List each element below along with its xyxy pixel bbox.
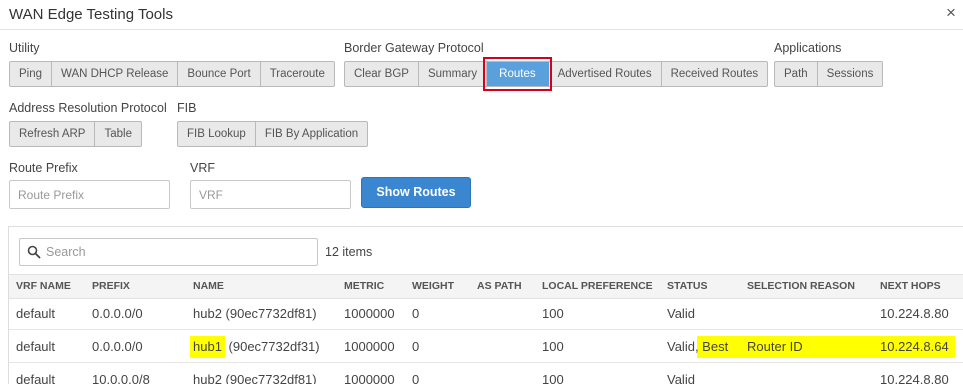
arp-table-button[interactable]: Table: [95, 122, 141, 146]
summary-button[interactable]: Summary: [419, 62, 488, 86]
cell-name-host: hub1: [190, 336, 225, 358]
title-bar: WAN Edge Testing Tools ×: [0, 0, 963, 30]
cell-status: Valid: [667, 306, 695, 321]
bgp-button-group: Clear BGP Summary Routes Advertised Rout…: [344, 57, 769, 91]
column-header-weight[interactable]: WEIGHT: [412, 280, 454, 292]
column-header-next-hops[interactable]: NEXT HOPS: [880, 280, 941, 292]
cell-prefix: 10.0.0.0/8: [92, 372, 150, 384]
cell-metric: 1000000: [344, 372, 395, 384]
cell-weight: 0: [412, 372, 420, 384]
window-title: WAN Edge Testing Tools: [9, 6, 173, 23]
cell-selection-reason: Router ID: [747, 339, 803, 354]
cell-local-preference: 100: [542, 339, 564, 354]
cell-name: hub2 (90ec7732df81): [193, 372, 317, 384]
fib-lookup-button[interactable]: FIB Lookup: [178, 122, 256, 146]
bgp-label: Border Gateway Protocol: [344, 41, 484, 55]
cell-metric: 1000000: [344, 306, 395, 321]
cell-name-host: hub2: [193, 306, 222, 321]
column-header-as-path[interactable]: AS PATH: [477, 280, 522, 292]
cell-name-id: (90ec7732df81): [221, 372, 317, 384]
applications-button-group: Path Sessions: [774, 61, 884, 87]
cell-next-hops: 10.224.8.80: [880, 372, 949, 384]
refresh-arp-button[interactable]: Refresh ARP: [10, 122, 96, 146]
sessions-button[interactable]: Sessions: [818, 62, 883, 86]
arp-button-group: Refresh ARP Table: [9, 121, 142, 147]
route-prefix-input[interactable]: [9, 180, 170, 209]
close-icon[interactable]: ×: [946, 4, 956, 21]
wan-dhcp-release-button[interactable]: WAN DHCP Release: [52, 62, 179, 86]
advertised-routes-button[interactable]: Advertised Routes: [549, 62, 662, 86]
ping-button[interactable]: Ping: [10, 62, 53, 86]
column-header-prefix[interactable]: PREFIX: [92, 280, 130, 292]
column-header-selection-reason[interactable]: SELECTION REASON: [747, 280, 855, 292]
cell-status-valid: Valid: [667, 339, 695, 354]
bounce-port-button[interactable]: Bounce Port: [178, 62, 261, 86]
utility-button-group: Ping WAN DHCP Release Bounce Port Tracer…: [9, 61, 335, 87]
arp-label: Address Resolution Protocol: [9, 101, 167, 115]
column-header-metric[interactable]: METRIC: [344, 280, 384, 292]
cell-vrf: default: [16, 372, 56, 384]
column-header-vrf-name[interactable]: VRF NAME: [16, 280, 71, 292]
cell-weight: 0: [412, 306, 420, 321]
cell-local-preference: 100: [542, 372, 564, 384]
fib-button-group: FIB Lookup FIB By Application: [177, 121, 369, 147]
cell-weight: 0: [412, 339, 420, 354]
received-routes-button[interactable]: Received Routes: [662, 62, 768, 86]
cell-status: Valid, Best: [667, 339, 728, 354]
cell-status-best: , Best: [694, 339, 729, 354]
cell-local-preference: 100: [542, 306, 564, 321]
cell-vrf: default: [16, 339, 56, 354]
fib-label: FIB: [177, 101, 197, 115]
item-count: 12 items: [325, 245, 373, 259]
cell-name-id: (90ec7732df31): [224, 339, 320, 354]
vrf-input[interactable]: [190, 180, 351, 209]
utility-label: Utility: [9, 41, 40, 55]
row-divider: [9, 329, 963, 330]
cell-name: hub2 (90ec7732df81): [193, 306, 317, 321]
cell-vrf: default: [16, 306, 56, 321]
row-divider: [9, 362, 963, 363]
route-prefix-label: Route Prefix: [9, 161, 78, 175]
cell-metric: 1000000: [344, 339, 395, 354]
column-header-local-preference[interactable]: LOCAL PREFERENCE: [542, 280, 653, 292]
show-routes-button[interactable]: Show Routes: [361, 177, 471, 208]
column-header-name[interactable]: NAME: [193, 280, 224, 292]
column-header-status[interactable]: STATUS: [667, 280, 707, 292]
search-input[interactable]: [46, 239, 314, 265]
clear-bgp-button[interactable]: Clear BGP: [345, 62, 419, 86]
search-box: [19, 238, 318, 266]
fib-by-application-button[interactable]: FIB By Application: [256, 122, 367, 146]
traceroute-button[interactable]: Traceroute: [261, 62, 334, 86]
cell-status-valid: Valid: [667, 372, 695, 384]
cell-name-id: (90ec7732df81): [221, 306, 317, 321]
routes-button[interactable]: Routes: [483, 57, 553, 91]
cell-status-valid: Valid: [667, 306, 695, 321]
cell-name-host: hub2: [193, 372, 222, 384]
cell-name: hub1 (90ec7732df31): [190, 336, 320, 358]
path-button[interactable]: Path: [775, 62, 818, 86]
cell-status: Valid: [667, 372, 695, 384]
vrf-label: VRF: [190, 161, 215, 175]
cell-prefix: 0.0.0.0/0: [92, 306, 143, 321]
cell-next-hops: 10.224.8.80: [880, 306, 949, 321]
applications-label: Applications: [774, 41, 842, 55]
cell-next-hops: 10.224.8.64: [880, 339, 949, 354]
search-icon: [27, 245, 41, 259]
cell-prefix: 0.0.0.0/0: [92, 339, 143, 354]
